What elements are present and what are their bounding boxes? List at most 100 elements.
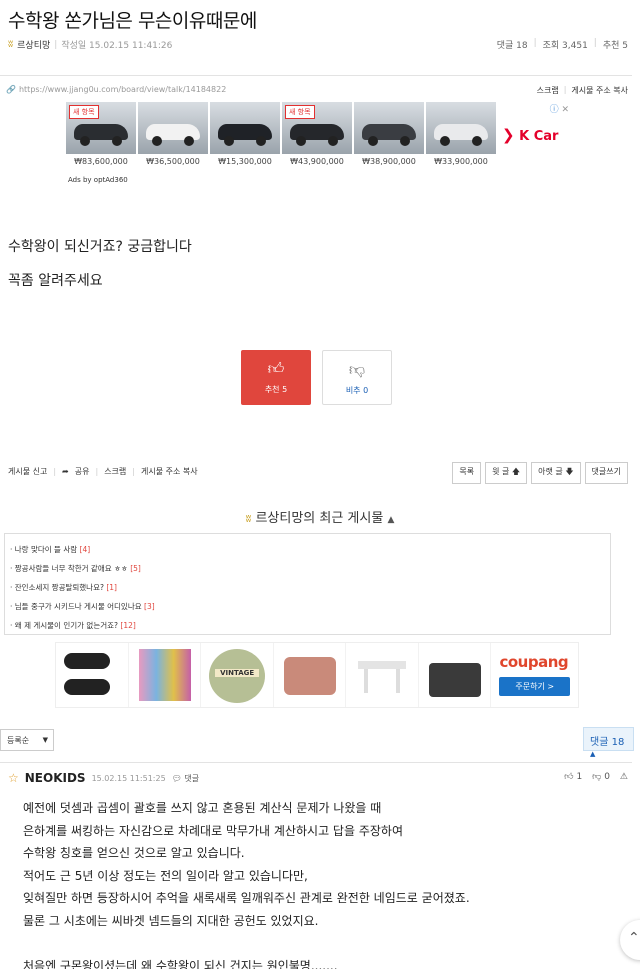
url-row: 🔗 https://www.jjang0u.com/board/view/tal… xyxy=(6,85,226,94)
thumbs-down-icon: 👎︎ xyxy=(592,772,602,782)
recent-post-item[interactable]: · 님들 중구가 시키드나 게시물 어디있나요 [3] xyxy=(10,601,605,612)
ad-close-icon[interactable]: ✕ xyxy=(561,105,569,115)
scrap-link[interactable]: 스크랩 xyxy=(104,466,126,477)
write-comment-button[interactable]: 댓글쓰기 xyxy=(584,462,628,484)
recommend-button[interactable]: 👍︎ 추천 5 xyxy=(241,350,311,405)
comment-line xyxy=(23,933,623,955)
recent-post-item[interactable]: · 나랑 맞다이 뜰 사람 [4] xyxy=(10,544,605,555)
product-yarn-image[interactable]: VINTAGE xyxy=(201,643,274,707)
report-icon[interactable]: ⚠ xyxy=(620,772,628,782)
recent-post-count: [12] xyxy=(120,621,136,630)
sort-select[interactable]: 등록순 ▼ xyxy=(0,729,54,751)
recent-post-count: [1] xyxy=(106,583,117,592)
view-count: 조회 3,451 xyxy=(542,41,588,51)
car-list: 새 항목 ₩83,600,000 ₩36,500,000 ₩15,300,000 새 항… xyxy=(66,102,571,166)
wheel xyxy=(296,136,306,146)
author-name[interactable]: 르상티망 xyxy=(17,38,50,51)
comment-dislike-button[interactable]: 👎︎ 0 xyxy=(592,772,610,782)
car-ad-item[interactable]: 새 항목 ₩43,900,000 xyxy=(282,102,352,166)
comment-body: 예전에 덧셈과 곱셈이 괄호를 쓰지 않고 혼용된 계산식 문제가 나왔을 때은… xyxy=(23,797,623,969)
recent-post-title: 왜 제 게시물이 인기가 없는거죠? xyxy=(14,621,118,630)
new-badge: 새 항목 xyxy=(285,105,315,119)
comment-like-button[interactable]: 👍︎ 1 xyxy=(564,772,582,782)
comment-line: 적어도 근 5년 이상 정도는 전의 일이라 알고 있습니다만, xyxy=(23,868,308,883)
product-toys-image[interactable] xyxy=(129,643,202,707)
recent-post-item[interactable]: · 짱공사람들 너무 착한거 같애요 ㅎㅎ [5] xyxy=(10,563,605,574)
post-meta: ʬ 르상티망 | 작성일 15.02.15 11:41:26 xyxy=(8,38,172,51)
product-table-image[interactable] xyxy=(346,643,419,707)
caret-up-icon: ▲ xyxy=(590,750,596,758)
ad-info-icon[interactable]: ⓘ ✕ xyxy=(550,102,569,115)
level-icon: ʬ xyxy=(8,39,14,50)
car-price: ₩83,600,000 xyxy=(74,157,128,166)
comments-toggle[interactable]: 댓글 18 ▲ xyxy=(583,727,634,758)
car-ad-item[interactable]: 새 항목 ₩83,600,000 xyxy=(66,102,136,166)
product-knuckle-image[interactable] xyxy=(56,643,129,707)
sort-value: 등록순 xyxy=(7,736,30,745)
car-ad-item[interactable]: ₩33,900,000 xyxy=(426,102,496,166)
wheel xyxy=(80,136,90,146)
car-image xyxy=(354,102,424,154)
list-button[interactable]: 목록 xyxy=(452,462,482,484)
post-stats: 댓글 18 | 조회 3,451 | 추천 5 xyxy=(497,38,628,51)
recent-post-item[interactable]: · 왜 제 게시물이 인기가 없는거죠? [12] xyxy=(10,620,605,631)
not-recommend-label: 비추 0 xyxy=(345,386,369,395)
ads-by-label: Ads by optAd360 xyxy=(68,176,128,184)
car-ad-item[interactable]: ₩15,300,000 xyxy=(210,102,280,166)
speech-bubble-icon: 💬︎ xyxy=(171,773,182,783)
reply-link[interactable]: 💬︎ 댓글 xyxy=(172,773,199,784)
comment-line: 수학왕 칭호를 얻으신 것으로 알고 있습니다. xyxy=(23,846,245,861)
recent-post-count: [3] xyxy=(144,602,155,611)
post-toolbar: 게시물 신고 | ➦ 공유 | 스크랩 | 게시물 주소 복사 xyxy=(8,466,198,477)
order-button[interactable]: 주문하기 > xyxy=(499,677,571,696)
caret-down-icon: ▼ xyxy=(42,736,48,744)
car-ad-banner[interactable]: 새 항목 ₩83,600,000 ₩36,500,000 ₩15,300,000 새 항… xyxy=(66,102,571,188)
recent-post-count: [5] xyxy=(130,564,141,573)
car-ad-item[interactable]: ₩36,500,000 xyxy=(138,102,208,166)
recent-post-item[interactable]: · 잔인소세지 짱공탈퇴했나요? [1] xyxy=(10,582,605,593)
scrap-link[interactable]: 스크랩 xyxy=(537,85,559,96)
recent-post-title: 잔인소세지 짱공탈퇴했나요? xyxy=(14,583,104,592)
thumbs-up-icon: 👍︎ xyxy=(267,359,285,378)
product-ice-tray-image[interactable] xyxy=(274,643,347,707)
comment-header: ☆ NEOKIDS 15.02.15 11:51:25 💬︎ 댓글 xyxy=(8,771,199,785)
divider-line xyxy=(0,75,632,76)
recent-posts-header[interactable]: ʬ 르상티망의 최근 게시물 ▲ xyxy=(0,507,640,526)
car-ad-item[interactable]: ₩38,900,000 xyxy=(354,102,424,166)
report-link[interactable]: 게시물 신고 xyxy=(8,466,47,477)
wheel xyxy=(256,136,266,146)
not-recommend-button[interactable]: 👎︎ 비추 0 xyxy=(322,350,392,405)
car-price: ₩36,500,000 xyxy=(146,157,200,166)
coupang-ad-banner[interactable]: VINTAGE coupang 주문하기 > xyxy=(55,642,579,708)
comment-date: 15.02.15 11:51:25 xyxy=(91,773,166,783)
car-image xyxy=(138,102,208,154)
coupang-logo: coupang xyxy=(499,653,569,671)
comment-author[interactable]: NEOKIDS xyxy=(25,771,86,785)
copy-url-link[interactable]: 게시물 주소 복사 xyxy=(141,466,198,477)
post-title: 수학왕 쏜가님은 무슨이유때문에 xyxy=(8,10,257,32)
share-link[interactable]: 공유 xyxy=(75,466,90,477)
scroll-top-button[interactable]: ⌃ xyxy=(620,920,640,960)
product-bag-image[interactable] xyxy=(419,643,492,707)
arrow-up-icon: ⌃ xyxy=(628,930,640,946)
kcar-logo[interactable]: ❯ K Car xyxy=(502,126,558,144)
coupang-block[interactable]: coupang 주문하기 > xyxy=(491,643,578,707)
comment-count[interactable]: 댓글 18 xyxy=(497,38,528,51)
copy-url-link[interactable]: 게시물 주소 복사 xyxy=(571,85,628,96)
recommend-count: 추천 5 xyxy=(602,41,628,51)
post-body-line: 수학왕이 되신거죠? 궁금합니다 xyxy=(8,239,192,255)
thumbs-up-icon: 👍︎ xyxy=(564,772,574,782)
vintage-label: VINTAGE xyxy=(215,669,260,677)
recommend-label: 추천 5 xyxy=(264,385,288,394)
collapse-icon[interactable]: ▲ xyxy=(387,515,394,525)
divider: | xyxy=(563,85,567,94)
next-post-button[interactable]: 아랫 글 🡇 xyxy=(531,462,581,484)
url-actions: 스크랩 | 게시물 주소 복사 xyxy=(537,85,628,96)
level-icon: ʬ xyxy=(245,512,252,525)
recent-post-title: 님들 중구가 시키드나 게시물 어디있나요 xyxy=(14,602,142,611)
car-price: ₩38,900,000 xyxy=(362,157,416,166)
post-url[interactable]: https://www.jjang0u.com/board/view/talk/… xyxy=(19,85,226,94)
wheel xyxy=(328,136,338,146)
prev-post-button[interactable]: 윗 글 🡅 xyxy=(485,462,528,484)
wheel xyxy=(368,136,378,146)
